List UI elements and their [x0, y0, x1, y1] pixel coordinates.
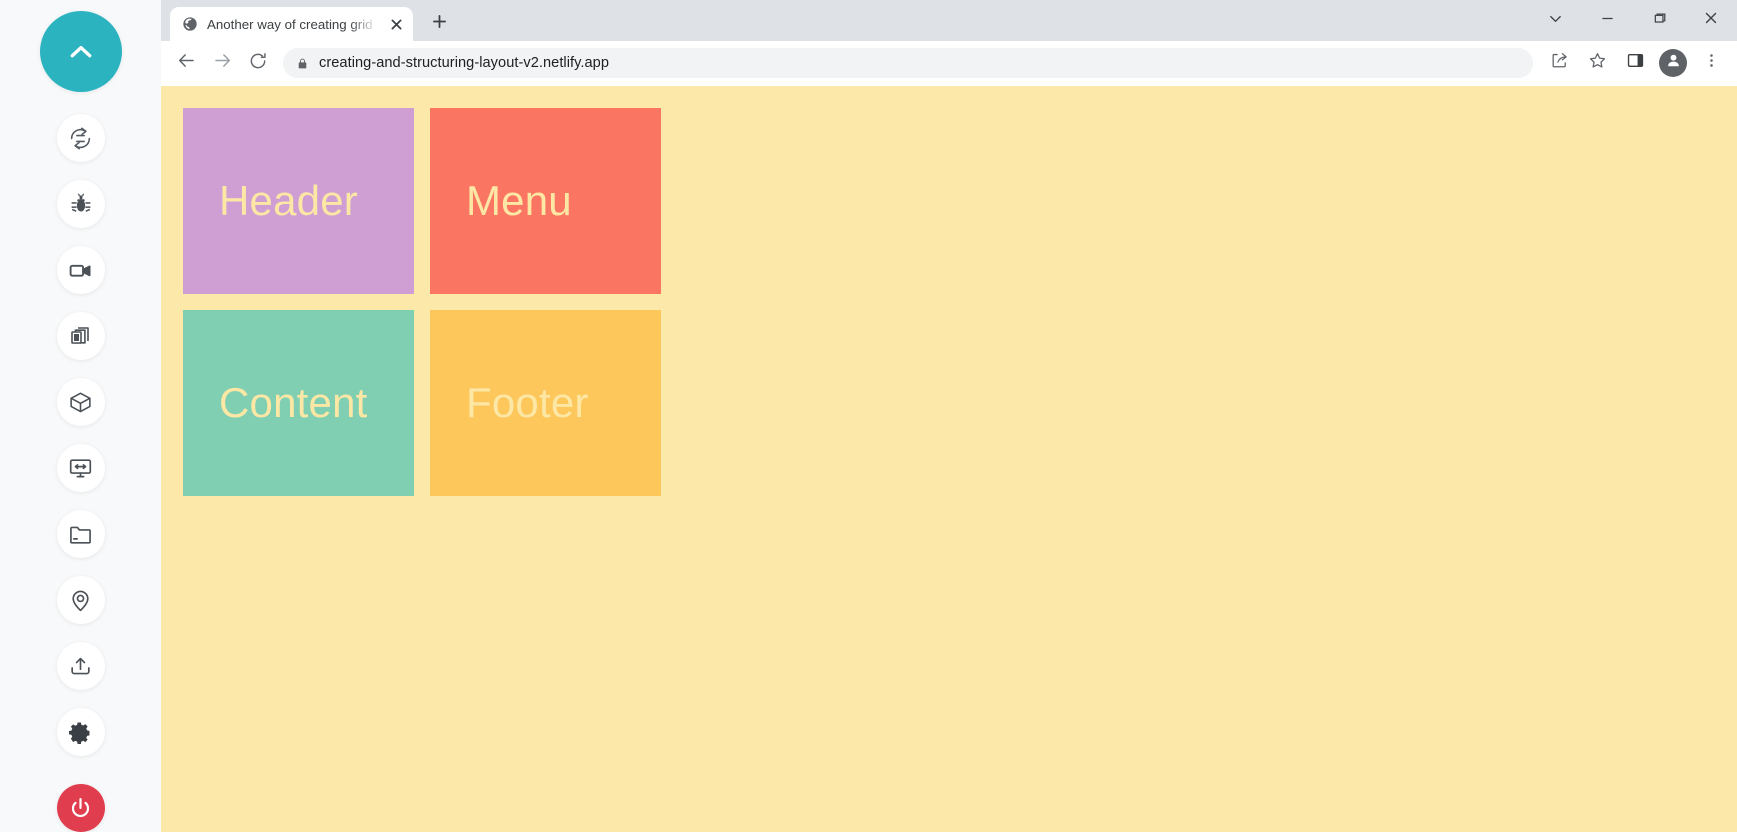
sidebar-item-location[interactable] — [56, 576, 105, 624]
sidebar-nav — [56, 114, 105, 832]
address-bar[interactable]: creating-and-structuring-layout-v2.netli… — [283, 48, 1533, 78]
profile-avatar-icon — [1664, 51, 1683, 75]
grid-cell-menu-label: Menu — [466, 177, 572, 224]
browser-tab[interactable]: Another way of creating grid layo — [170, 7, 413, 41]
copy-layers-icon — [69, 324, 93, 348]
chevron-up-icon — [66, 37, 96, 67]
toolbar-right-actions — [1542, 46, 1728, 80]
browser-menu-button[interactable] — [1694, 46, 1728, 80]
sidebar-item-folder[interactable] — [56, 510, 105, 558]
grid-cell-header: Header — [183, 108, 414, 294]
back-arrow-icon — [176, 50, 197, 76]
map-pin-icon — [68, 588, 93, 613]
monitor-resize-icon — [68, 456, 93, 481]
new-tab-button[interactable] — [424, 9, 454, 39]
share-button[interactable] — [1542, 46, 1576, 80]
reload-button[interactable] — [241, 46, 275, 80]
sidebar-item-settings[interactable] — [56, 708, 105, 756]
sidebar-item-video[interactable] — [56, 246, 105, 294]
sidebar-item-bug[interactable] — [56, 180, 105, 228]
grid-cell-content: Content — [183, 310, 414, 496]
maximize-icon — [1653, 12, 1666, 30]
side-panel-icon — [1626, 51, 1645, 75]
power-icon — [68, 796, 93, 821]
back-button[interactable] — [169, 46, 203, 80]
sidebar-item-power[interactable] — [56, 784, 105, 832]
grid-cell-footer: Footer — [430, 310, 661, 496]
page-viewport: Header Menu Content Footer — [161, 86, 1737, 832]
minimize-icon — [1601, 12, 1614, 30]
chevron-down-icon — [1548, 11, 1563, 31]
window-minimize-button[interactable] — [1581, 0, 1633, 41]
three-dot-menu-icon — [1703, 52, 1720, 74]
forward-button[interactable] — [205, 46, 239, 80]
reload-icon — [248, 51, 268, 76]
star-icon — [1588, 51, 1607, 75]
window-close-button[interactable] — [1685, 0, 1737, 41]
gear-icon — [68, 720, 93, 745]
browser-window: Another way of creating grid layo — [161, 0, 1737, 832]
browser-tab-title: Another way of creating grid layo — [207, 16, 378, 32]
app-sidebar — [0, 0, 161, 832]
side-panel-button[interactable] — [1618, 46, 1652, 80]
profile-avatar[interactable] — [1659, 49, 1687, 77]
close-icon — [1704, 11, 1718, 30]
globe-icon — [181, 16, 198, 33]
cube-3d-icon — [68, 390, 93, 415]
upload-icon — [68, 654, 93, 679]
grid-cell-menu: Menu — [430, 108, 661, 294]
lock-icon — [296, 57, 309, 70]
sidebar-item-package[interactable] — [56, 378, 105, 426]
bookmark-button[interactable] — [1580, 46, 1614, 80]
browser-tabstrip: Another way of creating grid layo — [161, 0, 1737, 41]
app-root: Another way of creating grid layo — [0, 0, 1737, 832]
bug-icon — [69, 192, 93, 216]
grid-layout: Header Menu Content Footer — [183, 108, 661, 496]
sidebar-logo-button[interactable] — [39, 11, 122, 92]
window-controls — [1529, 0, 1737, 41]
share-icon — [1550, 51, 1569, 75]
folder-minus-icon — [68, 522, 93, 547]
sidebar-item-upload[interactable] — [56, 642, 105, 690]
sidebar-item-layers[interactable] — [56, 312, 105, 360]
video-camera-icon — [68, 258, 93, 283]
sync-arrows-icon — [68, 126, 93, 151]
window-maximize-button[interactable] — [1633, 0, 1685, 41]
tab-close-icon[interactable] — [387, 15, 405, 33]
browser-toolbar: creating-and-structuring-layout-v2.netli… — [161, 41, 1737, 86]
plus-icon — [432, 14, 447, 34]
sidebar-item-sync[interactable] — [56, 114, 105, 162]
sidebar-item-display[interactable] — [56, 444, 105, 492]
address-bar-url: creating-and-structuring-layout-v2.netli… — [319, 55, 609, 71]
grid-cell-footer-label: Footer — [466, 379, 589, 426]
grid-cell-header-label: Header — [219, 177, 358, 224]
grid-cell-content-label: Content — [219, 379, 368, 426]
forward-arrow-icon — [212, 50, 233, 76]
tab-search-button[interactable] — [1529, 0, 1581, 41]
